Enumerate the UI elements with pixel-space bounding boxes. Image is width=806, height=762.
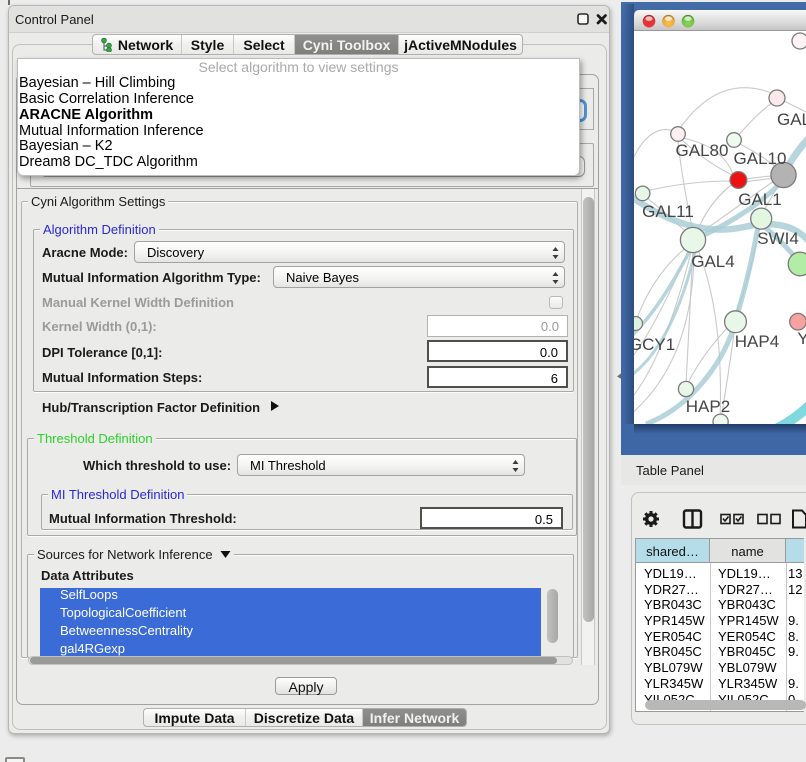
svg-text:GCY1: GCY1	[634, 335, 675, 354]
svg-text:Y: Y	[797, 329, 806, 348]
svg-text:HAP4: HAP4	[735, 332, 779, 351]
svg-text:GAL11: GAL11	[642, 202, 694, 221]
svg-text:GAL10: GAL10	[734, 149, 787, 168]
svg-text:GAL4: GAL4	[691, 252, 734, 271]
svg-text:HAP2: HAP2	[686, 397, 730, 416]
svg-text:SWI4: SWI4	[757, 229, 799, 248]
svg-text:GAL: GAL	[777, 110, 806, 129]
svg-text:GAL1: GAL1	[738, 190, 781, 209]
svg-text:GAL80: GAL80	[676, 141, 729, 160]
